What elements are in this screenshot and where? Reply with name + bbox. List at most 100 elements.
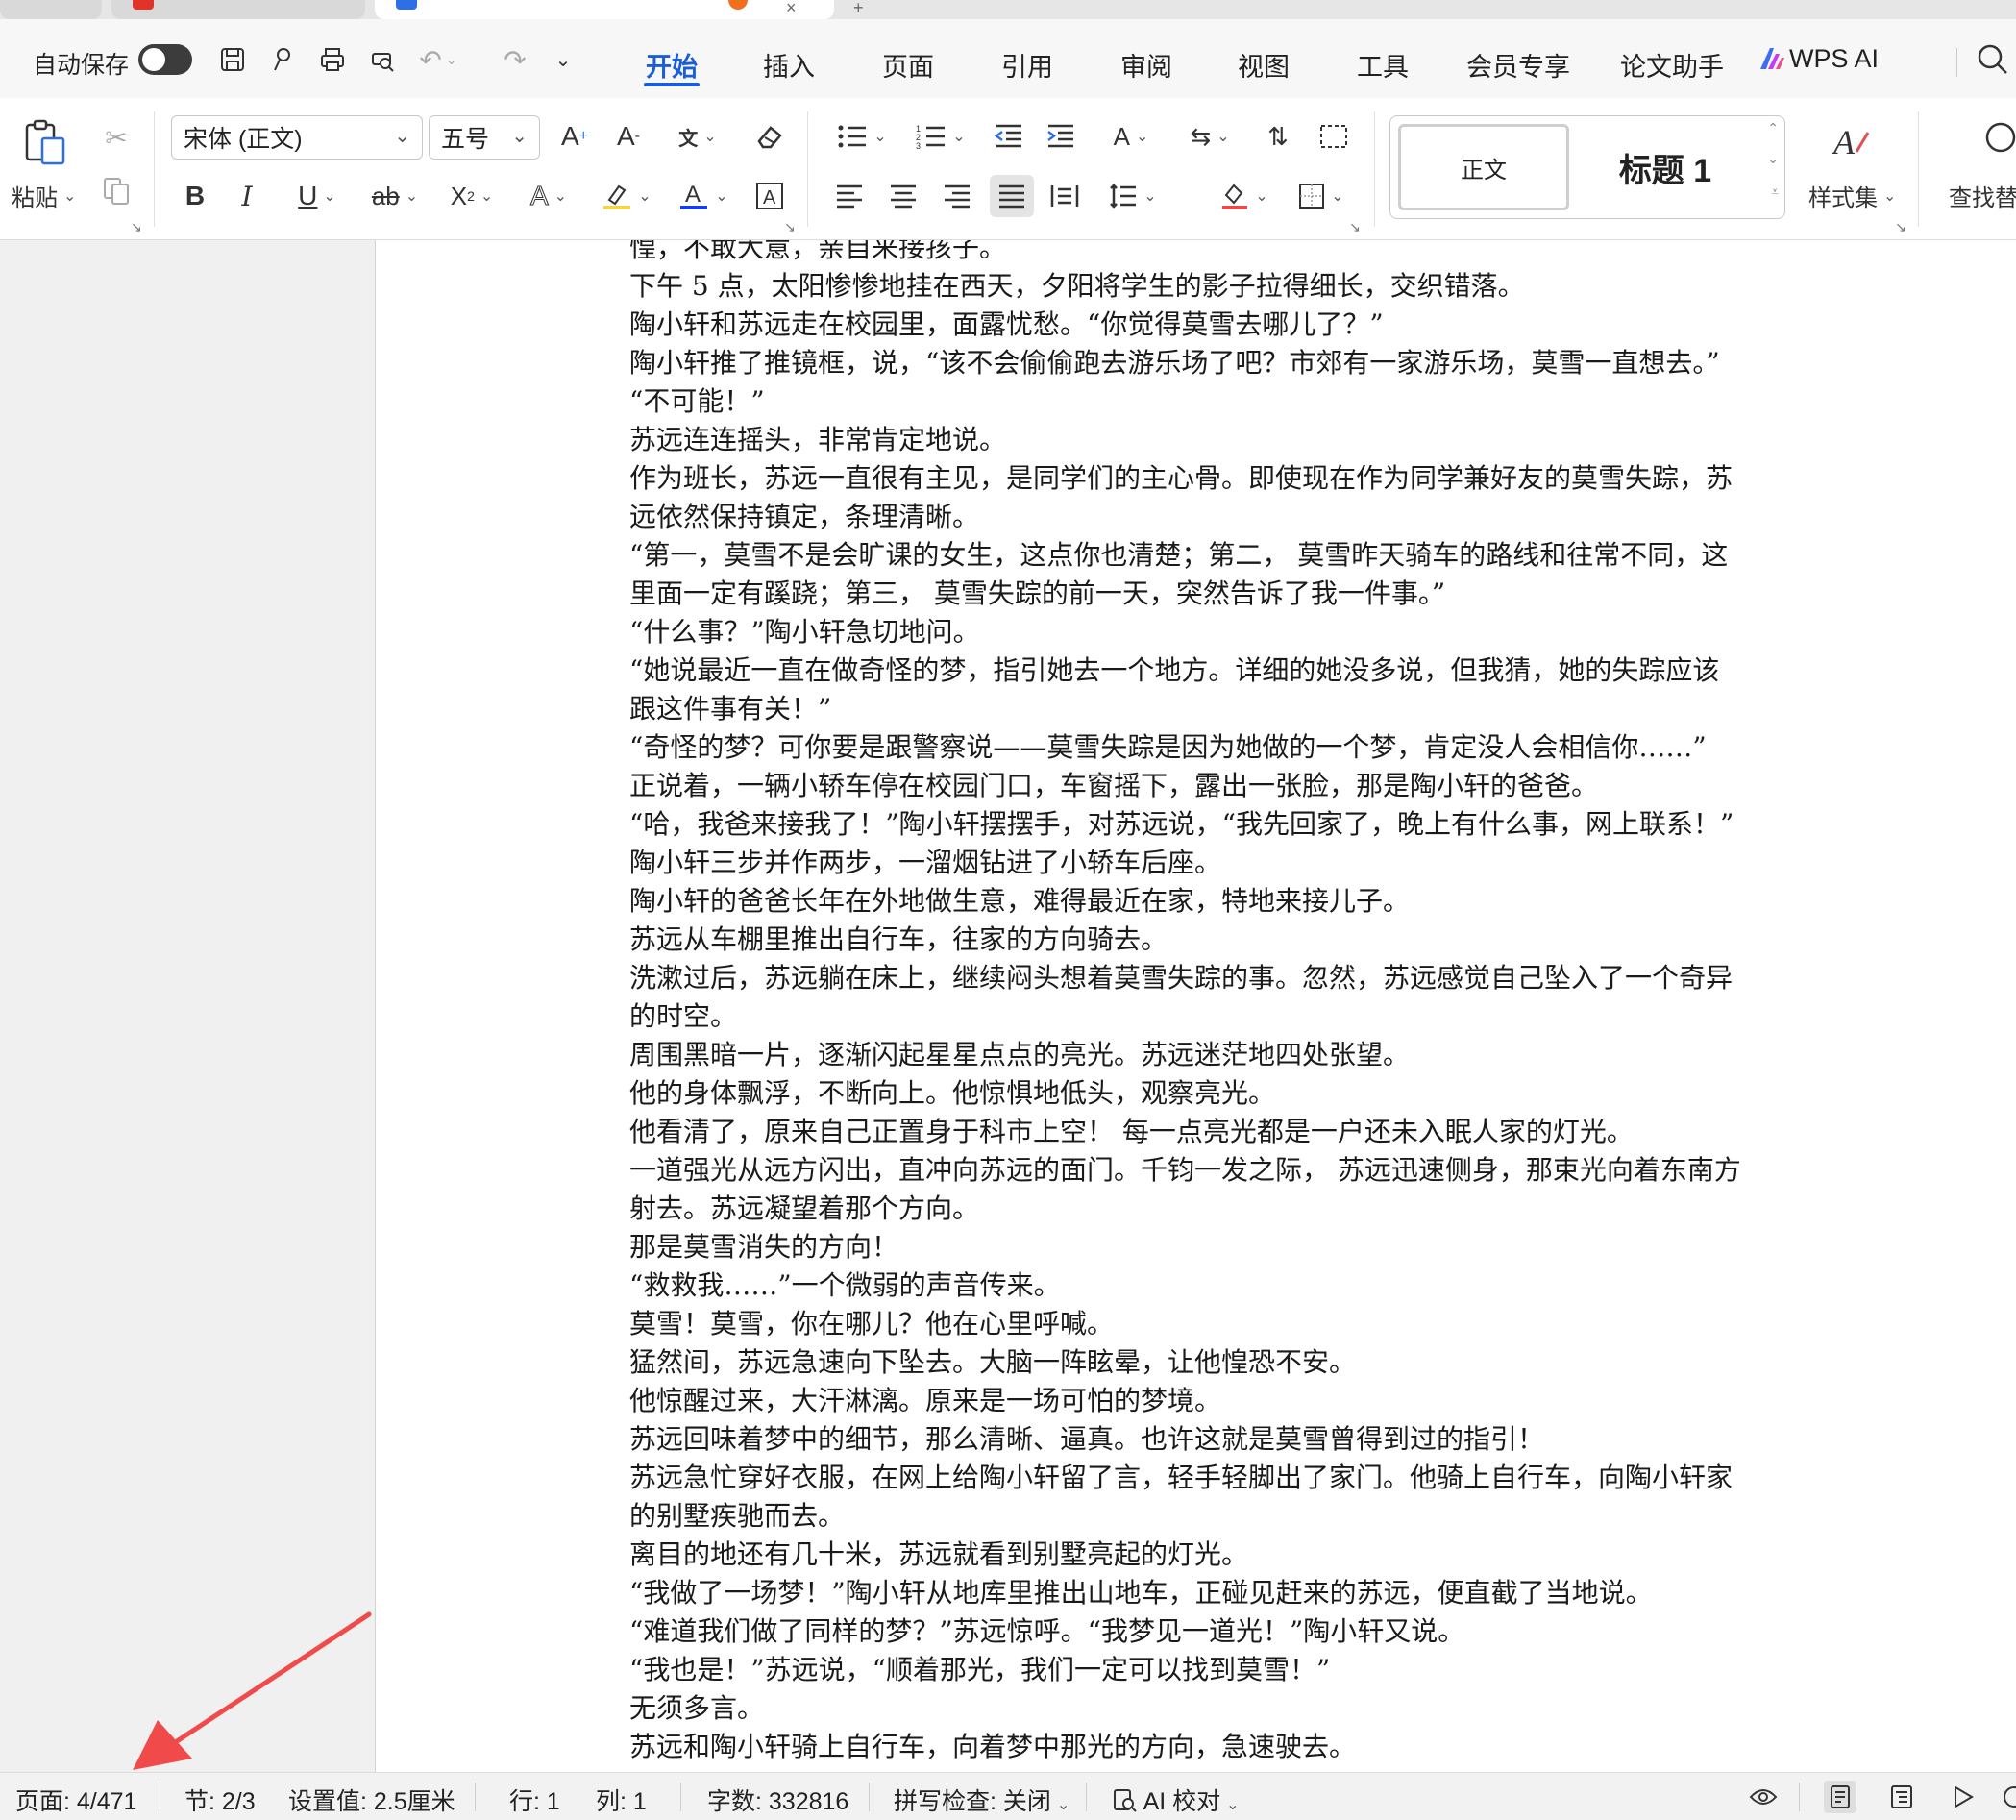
setting-value-indicator[interactable]: 设置值: 2.5厘米 xyxy=(288,1783,455,1817)
quick-access-more-icon[interactable]: ⌄ xyxy=(548,44,578,75)
page-view-icon[interactable] xyxy=(1824,1781,1856,1813)
document-line[interactable]: 正说着，一辆小轿车停在校园门口，车窗摇下，露出一张脸，那是陶小轩的爸爸。 xyxy=(629,767,2016,805)
document-line[interactable]: 无须多言。 xyxy=(629,1689,2016,1728)
document-line[interactable]: 陶小轩的爸爸长年在外地做生意，难得最近在家，特地来接儿子。 xyxy=(629,882,2016,921)
document-line[interactable]: 苏远回味着梦中的细节，那么清晰、逼真。也许这就是莫雪曾得到过的指引！ xyxy=(629,1420,2016,1459)
document-line[interactable]: 苏远和陶小轩骑上自行车，向着梦中那光的方向，急速驶去。 xyxy=(629,1728,2016,1766)
find-replace-button[interactable]: 查找替 xyxy=(1949,179,2016,212)
document-line[interactable]: 远依然保持镇定，条理清晰。 xyxy=(629,498,2016,536)
document-page[interactable]: 惶，不敢大意，亲自来接孩子。 下午 5 点，太阳惨惨地挂在西天，夕阳将学生的影子拉… xyxy=(375,240,2016,1772)
document-line[interactable]: 离目的地还有几十米，苏远就看到别墅亮起的灯光。 xyxy=(629,1536,2016,1574)
gallery-expand-icon[interactable]: ⩡ xyxy=(1771,184,1779,200)
document-line[interactable]: “哈，我爸来接我了！”陶小轩摆摆手，对苏远说，“我先回家了，晚上有什么事，网上联… xyxy=(629,805,2016,844)
decrease-indent-icon[interactable] xyxy=(992,119,1026,154)
section-indicator[interactable]: 节: 2/3 xyxy=(184,1783,256,1817)
character-border-icon[interactable]: A xyxy=(753,179,786,213)
document-line[interactable]: 那是莫雪消失的方向！ xyxy=(629,1228,2016,1267)
document-line[interactable]: “我也是！”苏远说，“顺着那光，我们一定可以找到莫雪！” xyxy=(629,1651,2016,1689)
redo-icon[interactable]: ↷ xyxy=(500,44,530,75)
tab-tools[interactable]: 工具 xyxy=(1357,46,1409,84)
text-effect-icon[interactable]: A ⌄ xyxy=(519,179,578,213)
align-right-icon[interactable] xyxy=(940,179,974,213)
reading-mode-icon[interactable] xyxy=(1747,1781,1780,1813)
shrink-font-icon[interactable]: A- xyxy=(611,119,646,154)
sort-icon[interactable]: ⇅ xyxy=(1261,119,1295,154)
increase-indent-icon[interactable] xyxy=(1044,119,1078,154)
tab-page[interactable]: 页面 xyxy=(882,46,934,84)
wps-ai-button[interactable]: WPS AI xyxy=(1789,44,1879,74)
document-line[interactable]: 下午 5 点，太阳惨惨地挂在西天，夕阳将学生的影子拉得细长，交织错落。 xyxy=(629,267,2016,306)
tab-view[interactable]: 视图 xyxy=(1238,46,1290,84)
borders-icon[interactable]: ⌄ xyxy=(1291,179,1351,213)
align-left-icon[interactable] xyxy=(832,179,867,213)
document-line[interactable]: 射去。苏远凝望着那个方向。 xyxy=(629,1190,2016,1228)
document-line[interactable]: 惶，不敢大意，亲自来接孩子。 xyxy=(629,240,2016,267)
copy-icon[interactable] xyxy=(100,175,133,208)
tab-document-1[interactable] xyxy=(111,0,365,19)
paste-icon[interactable] xyxy=(21,117,69,169)
bullet-list-icon[interactable]: ⌄ xyxy=(832,119,892,154)
font-color-icon[interactable]: A ⌄ xyxy=(673,179,734,213)
new-tab-icon[interactable]: + xyxy=(853,0,864,18)
web-view-icon[interactable] xyxy=(1999,1781,2016,1813)
document-line[interactable]: 周围黑暗一片，逐渐闪起星星点点的亮光。苏远迷茫地四处张望。 xyxy=(629,1036,2016,1074)
document-line[interactable]: 一道强光从远方闪出，直冲向苏远的面门。千钧一发之际， 苏远迅速侧身，那束光向着东… xyxy=(629,1151,2016,1190)
distribute-icon[interactable] xyxy=(1047,179,1082,213)
save-icon[interactable] xyxy=(217,44,248,75)
document-line[interactable]: 他的身体飘浮，不断向上。他惊惧地低头，观察亮光。 xyxy=(629,1074,2016,1113)
document-line[interactable]: 陶小轩和苏远走在校园里，面露忧愁。“你觉得莫雪去哪儿了？” xyxy=(629,306,2016,344)
document-line[interactable]: 洗漱过后，苏远躺在床上，继续闷头想着莫雪失踪的事。忽然，苏远感觉自己坠入了一个奇… xyxy=(629,959,2016,997)
tab-document-active[interactable]: × xyxy=(375,0,834,19)
clear-format-icon[interactable] xyxy=(751,119,790,154)
outline-view-icon[interactable] xyxy=(1885,1781,1918,1813)
format-painter-icon[interactable] xyxy=(267,44,298,75)
justify-icon[interactable] xyxy=(990,175,1034,217)
document-line[interactable]: “奇怪的梦？可你要是跟警察说——莫雪失踪是因为她做的一个梦，肯定没人会相信你……… xyxy=(629,728,2016,767)
styles-dialog-launcher-icon[interactable]: ↘ xyxy=(1895,219,1906,235)
align-center-icon[interactable] xyxy=(886,179,921,213)
document-line[interactable]: 他看清了，原来自己正置身于科市上空！ 每一点亮光都是一户还未入眠人家的灯光。 xyxy=(629,1113,2016,1151)
tab-thesis-assistant[interactable]: 论文助手 xyxy=(1620,46,1724,84)
italic-icon[interactable]: I xyxy=(231,179,263,213)
gallery-scroll-up-icon[interactable]: ⌃ xyxy=(1767,120,1779,136)
grow-font-icon[interactable]: A + xyxy=(557,119,592,154)
spell-check-toggle[interactable]: 拼写检查: 关闭 ⌄ xyxy=(894,1783,1069,1817)
ai-proofread-button[interactable]: AI 校对 ⌄ xyxy=(1113,1783,1240,1817)
document-line[interactable]: “她说最近一直在做奇怪的梦，指引她去一个地方。详细的她没多说，但我猜，她的失踪应… xyxy=(629,652,2016,690)
shading-icon[interactable]: ⌄ xyxy=(1215,179,1274,213)
tab-references[interactable]: 引用 xyxy=(1001,46,1053,84)
document-line[interactable]: 作为班长，苏远一直很有主见，是同学们的主心骨。即使现在作为同学兼好友的莫雪失踪，… xyxy=(629,459,2016,498)
clipboard-dialog-launcher-icon[interactable]: ↘ xyxy=(131,219,142,235)
document-line[interactable]: 苏远从车棚里推出自行车，往家的方向骑去。 xyxy=(629,921,2016,959)
document-line[interactable]: 莫雪！莫雪，你在哪儿？他在心里呼喊。 xyxy=(629,1305,2016,1343)
document-line[interactable]: 的时空。 xyxy=(629,997,2016,1036)
document-line[interactable]: 的别墅疾驰而去。 xyxy=(629,1497,2016,1536)
document-line[interactable]: 苏远急忙穿好衣服，在网上给陶小轩留了言，轻手轻脚出了家门。他骑上自行车，向陶小轩… xyxy=(629,1459,2016,1497)
document-line[interactable]: 猛然间，苏远急速向下坠去。大脑一阵眩晕，让他惶恐不安。 xyxy=(629,1343,2016,1382)
show-marks-icon[interactable] xyxy=(1316,119,1351,154)
underline-icon[interactable]: U ⌄ xyxy=(288,179,346,213)
document-line[interactable]: 陶小轩三步并作两步，一溜烟钻进了小轿车后座。 xyxy=(629,844,2016,882)
document-line[interactable]: 陶小轩推了推镜框，说，“该不会偷偷跑去游乐场了吧？市郊有一家游乐场，莫雪一直想去… xyxy=(629,344,2016,382)
style-heading-1[interactable]: 标题 1 xyxy=(1579,124,1752,210)
document-line[interactable]: 苏远连连摇头，非常肯定地说。 xyxy=(629,421,2016,459)
style-set-button[interactable]: 样式集 ⌄ xyxy=(1808,179,1896,212)
style-normal[interactable]: 正文 xyxy=(1398,124,1569,210)
document-line[interactable]: “我做了一场梦！”陶小轩从地库里推出山地车，正碰见赶来的苏远，便直截了当地说。 xyxy=(629,1574,2016,1612)
phonetic-guide-icon[interactable]: 文 ⌄ xyxy=(669,119,726,154)
autosave-toggle[interactable] xyxy=(138,44,192,75)
paragraph-dialog-launcher-icon[interactable]: ↘ xyxy=(1349,219,1361,235)
cut-icon[interactable]: ✂ xyxy=(100,121,133,154)
document-line[interactable]: 跟这件事有关！” xyxy=(629,690,2016,728)
tab-office-home[interactable] xyxy=(0,0,102,19)
row-indicator[interactable]: 行: 1 xyxy=(509,1783,560,1817)
highlight-icon[interactable]: ⌄ xyxy=(596,179,657,213)
document-line[interactable]: “救救我……”一个微弱的声音传来。 xyxy=(629,1267,2016,1305)
line-spacing-icon[interactable]: ⌄ xyxy=(1103,179,1163,213)
font-name-select[interactable]: 宋体 (正文) ⌄ xyxy=(171,115,423,160)
style-set-icon[interactable]: A xyxy=(1830,117,1872,165)
print-icon[interactable] xyxy=(317,44,348,75)
document-line[interactable]: “什么事？”陶小轩急切地问。 xyxy=(629,613,2016,652)
strikethrough-icon[interactable]: ab ⌄ xyxy=(365,179,425,213)
column-indicator[interactable]: 列: 1 xyxy=(596,1783,647,1817)
